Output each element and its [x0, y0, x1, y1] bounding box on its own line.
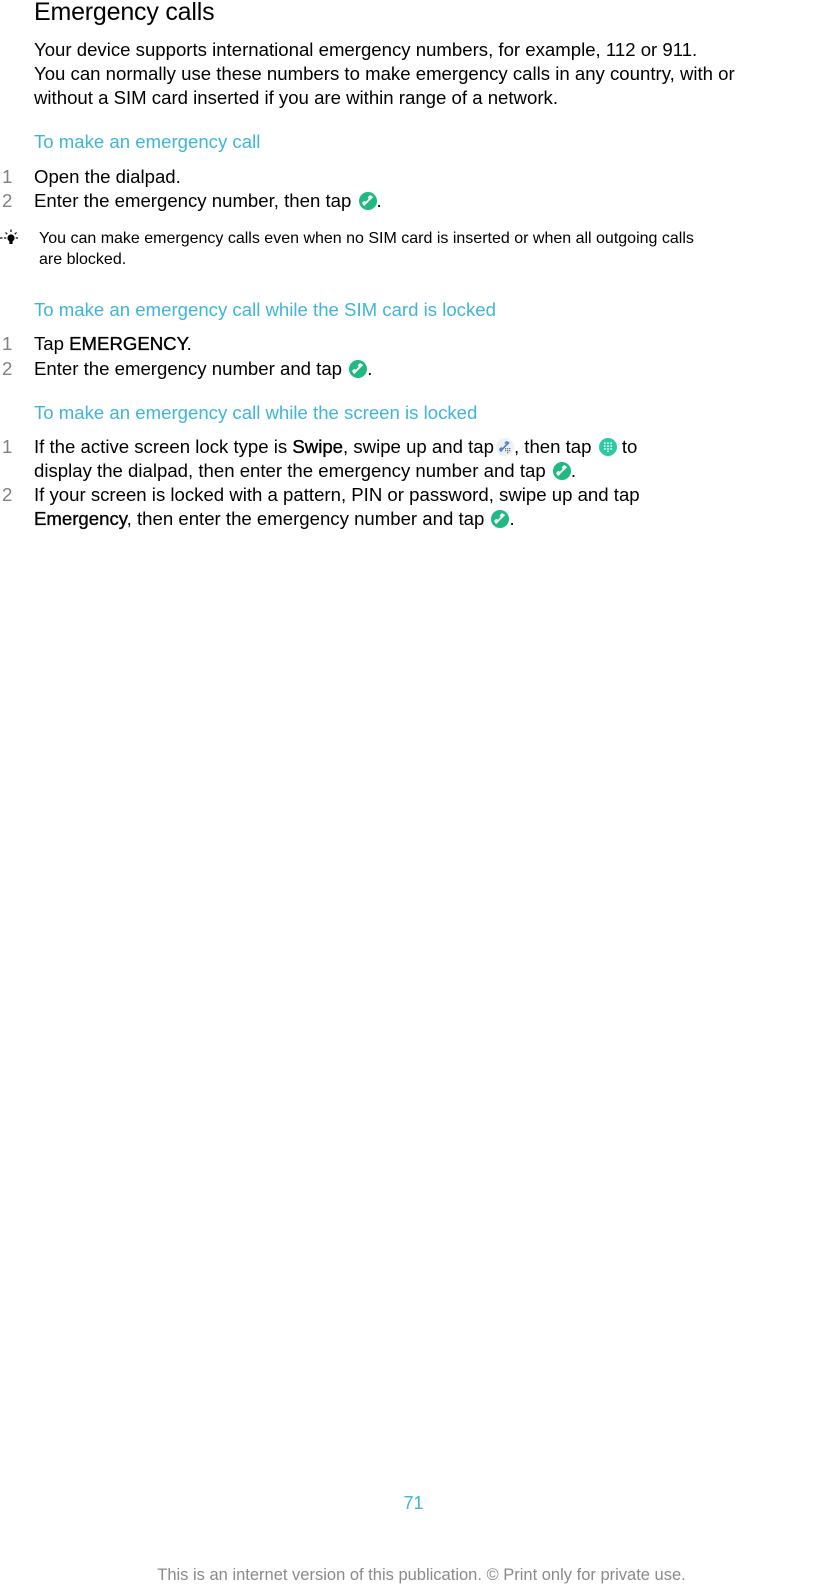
step-text-part: to — [616, 436, 638, 457]
step-text: If your screen is locked with a pattern,… — [34, 483, 814, 531]
call-icon — [358, 192, 377, 210]
step-text-part: . — [376, 190, 382, 211]
section-heading-sim-locked: To make an emergency call while the SIM … — [34, 299, 496, 320]
call-icon — [552, 462, 571, 480]
step-number: 2 — [2, 484, 13, 505]
page-title: Emergency calls — [34, 0, 215, 26]
step-number: 1 — [2, 436, 13, 457]
dialpad-icon — [598, 438, 617, 456]
phone-dialpad-icon — [495, 438, 514, 456]
step-text: Tap EMERGENCY. — [34, 332, 814, 356]
step-text-part: , then tap — [513, 436, 597, 457]
ui-term-emergency: EMERGENCY — [69, 333, 187, 354]
step-text: If the active screen lock type is Swipe,… — [34, 435, 814, 483]
page-number: 71 — [403, 1493, 424, 1513]
ui-term-emergency: Emergency — [34, 508, 127, 529]
step-text-part: . — [367, 358, 373, 379]
step-number: 2 — [2, 358, 13, 379]
intro-line: Your device supports international emerg… — [34, 39, 698, 60]
step-text-part: . — [509, 508, 515, 529]
step-text-part: If the active screen lock type is — [34, 436, 293, 457]
step-text-part: . — [570, 460, 577, 481]
step-text-part: , swipe up and tap — [343, 436, 494, 457]
step-line: Emergency, then enter the emergency numb… — [34, 507, 814, 531]
section-heading-screen-locked: To make an emergency call while the scre… — [34, 402, 478, 423]
intro-line: without a SIM card inserted if you are w… — [34, 87, 558, 108]
step-line: If the active screen lock type is Swipe,… — [34, 435, 814, 459]
step-text-part: display the dialpad, then enter the emer… — [34, 460, 551, 481]
ui-term-swipe: Swipe — [292, 436, 344, 457]
intro-paragraph: Your device supports international emerg… — [34, 38, 824, 110]
step-number: 1 — [2, 166, 13, 187]
step-line: If your screen is locked with a pattern,… — [34, 484, 640, 505]
step-number: 2 — [2, 190, 13, 211]
step-text-part: Tap — [34, 333, 70, 354]
step-text-part: , then enter the emergency number and ta… — [126, 508, 490, 529]
step-text: Enter the emergency number, then tap . — [34, 189, 814, 213]
step-text-part: . — [186, 333, 192, 354]
section-heading-emergency-call: To make an emergency call — [34, 131, 261, 152]
step-number: 1 — [2, 333, 13, 354]
step-text-part: Enter the emergency number, then tap — [34, 190, 357, 211]
call-icon — [491, 510, 510, 528]
intro-line: You can normally use these numbers to ma… — [34, 63, 735, 84]
step-text: Enter the emergency number and tap . — [34, 357, 814, 381]
lightbulb-icon — [0, 228, 22, 256]
call-icon — [349, 360, 368, 378]
footer-notice: This is an internet version of this publ… — [157, 1566, 686, 1584]
step-text: Open the dialpad. — [34, 166, 181, 187]
tip-text: You can make emergency calls even when n… — [39, 228, 809, 270]
step-text-part: Enter the emergency number and tap — [34, 358, 348, 379]
tip-line: You can make emergency calls even when n… — [39, 230, 694, 247]
step-line: display the dialpad, then enter the emer… — [34, 459, 814, 483]
tip-line: are blocked. — [39, 251, 127, 268]
